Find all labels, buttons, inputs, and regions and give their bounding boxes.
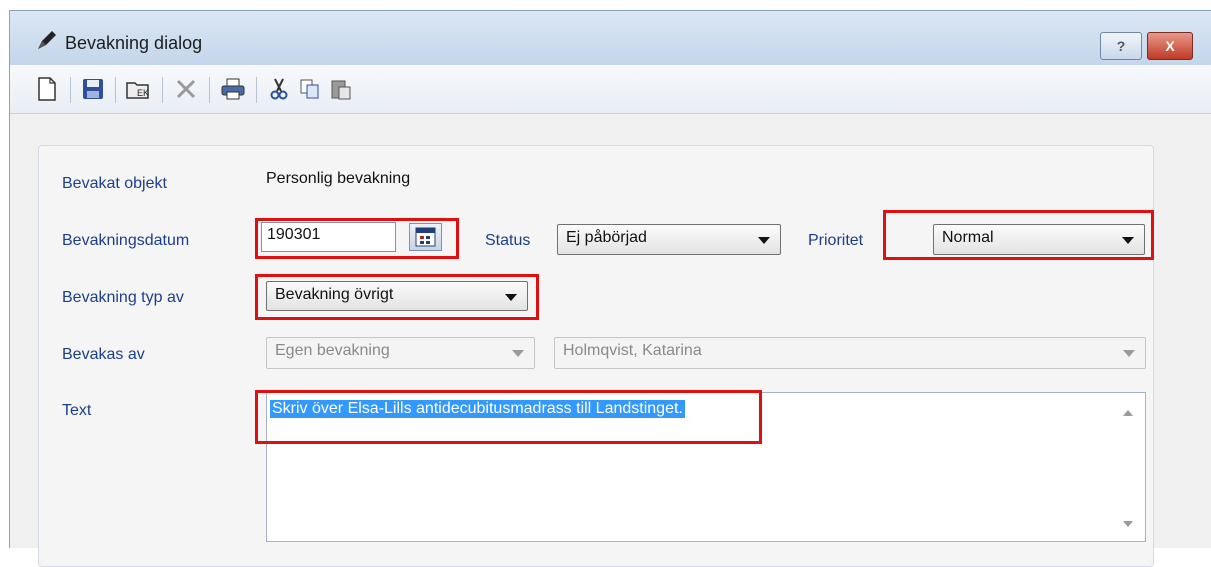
pen-icon	[38, 31, 56, 49]
priority-label: Prioritet	[808, 232, 864, 249]
help-button[interactable]: ?	[1100, 32, 1142, 60]
toolbar-separator	[70, 77, 71, 103]
scroll-up-icon[interactable]	[1123, 410, 1133, 416]
watched-by-label: Bevakas av	[62, 346, 145, 363]
priority-dropdown[interactable]: Normal	[933, 224, 1145, 255]
cut-icon[interactable]	[266, 76, 292, 102]
object-value: Personlig bevakning	[266, 170, 411, 187]
status-label: Status	[485, 232, 531, 249]
status-dropdown[interactable]: Ej påbörjad	[557, 224, 781, 255]
title-bar[interactable]: Bevakning dialog ? X	[10, 11, 1211, 65]
save-icon[interactable]	[80, 76, 106, 102]
date-label: Bevakningsdatum	[62, 232, 190, 249]
bevakning-dialog-window: Bevakning dialog ? X EK Bevakat objekt P…	[9, 10, 1211, 567]
chevron-down-icon	[505, 294, 517, 301]
status-value: Ej påbörjad	[566, 229, 647, 246]
selected-text: Skriv över Elsa-Lills antidecubitusmadra…	[270, 400, 685, 418]
watched-by-value: Egen bevakning	[275, 342, 390, 359]
svg-text:EK: EK	[137, 88, 149, 98]
toolbar-separator	[209, 77, 210, 103]
window-title: Bevakning dialog	[65, 33, 203, 53]
close-button[interactable]: X	[1147, 32, 1193, 60]
chevron-down-icon	[1123, 350, 1135, 357]
toolbar-separator	[162, 77, 163, 103]
scroll-down-icon[interactable]	[1123, 521, 1133, 527]
date-input[interactable]: 190301	[261, 222, 396, 252]
type-dropdown[interactable]: Bevakning övrigt	[266, 281, 528, 311]
object-label: Bevakat objekt	[62, 175, 167, 192]
paste-icon[interactable]	[328, 76, 354, 102]
person-value: Holmqvist, Katarina	[563, 342, 702, 359]
toolbar-separator	[115, 77, 116, 103]
open-folder-icon[interactable]: EK	[126, 76, 152, 102]
calendar-icon	[415, 227, 436, 247]
watched-by-dropdown[interactable]: Egen bevakning	[266, 337, 535, 369]
type-label: Bevakning typ av	[62, 289, 184, 306]
text-area[interactable]: Skriv över Elsa-Lills antidecubitusmadra…	[266, 392, 1146, 542]
copy-icon[interactable]	[297, 76, 323, 102]
chevron-down-icon	[758, 237, 770, 244]
type-value: Bevakning övrigt	[275, 286, 394, 303]
new-document-icon[interactable]	[34, 76, 60, 102]
chevron-down-icon	[1122, 237, 1134, 244]
toolbar-separator	[256, 77, 257, 103]
calendar-button[interactable]	[409, 223, 442, 251]
person-dropdown[interactable]: Holmqvist, Katarina	[554, 337, 1146, 369]
print-icon[interactable]	[220, 76, 246, 102]
priority-value: Normal	[942, 229, 994, 246]
chevron-down-icon	[512, 350, 524, 357]
delete-icon[interactable]	[173, 76, 199, 102]
toolbar: EK	[10, 65, 1211, 114]
text-label: Text	[62, 402, 92, 419]
